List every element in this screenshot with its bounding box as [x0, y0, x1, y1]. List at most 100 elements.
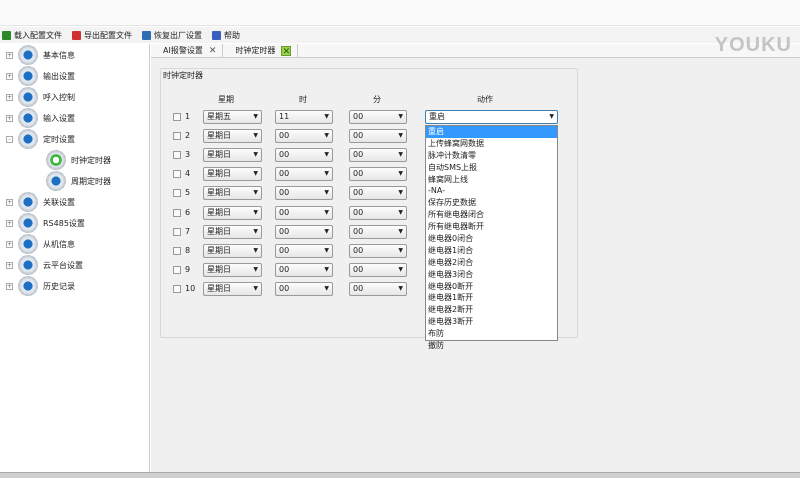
hour-select[interactable]: 00 ▼ [275, 167, 333, 182]
week-select[interactable]: 星期日 ▼ [203, 224, 262, 239]
minute-select[interactable]: 00 ▼ [349, 129, 407, 144]
tree-item-3[interactable]: + 输入设置 [6, 108, 75, 128]
action-option[interactable]: 所有继电器断开 [426, 221, 557, 233]
tree-item-2[interactable]: + 呼入控制 [6, 87, 75, 107]
tab-0[interactable]: AI报警设置 ✕ [151, 44, 224, 57]
action-option[interactable]: 所有继电器闭合 [426, 209, 557, 221]
select-value: 00 [279, 188, 290, 198]
tree-item-4[interactable]: - 定时设置 [6, 129, 75, 149]
action-dropdown-list[interactable]: 重启 上传蜂窝网数据 脉冲计数清零 自动SMS上报 蜂窝网上线 -NA- 保存历史数据 所有继… [425, 125, 558, 350]
chevron-down-icon: ▼ [398, 113, 403, 120]
action-option[interactable]: 重启 [426, 126, 557, 138]
tree-item-10[interactable]: + 云平台设置 [6, 255, 83, 275]
action-option[interactable]: 继电器1断开 [426, 292, 557, 304]
expand-icon[interactable]: + [6, 198, 13, 206]
expand-icon[interactable]: + [6, 261, 13, 269]
action-option[interactable]: 继电器1闭合 [426, 245, 557, 257]
chevron-down-icon: ▼ [398, 227, 403, 235]
minute-select[interactable]: 00 ▼ [349, 205, 407, 220]
row-checkbox[interactable] [173, 208, 181, 217]
toolbar-label: 导出配置文件 [84, 30, 132, 40]
action-option[interactable]: 继电器2闭合 [426, 257, 557, 269]
week-select[interactable]: 星期日 ▼ [203, 281, 262, 296]
action-option[interactable]: 保存历史数据 [426, 197, 557, 209]
action-option[interactable]: 继电器0闭合 [426, 233, 557, 245]
row-checkbox[interactable] [173, 246, 181, 255]
collapse-icon[interactable]: - [6, 135, 13, 143]
hour-select[interactable]: 00 ▼ [275, 262, 333, 277]
row-checkbox[interactable] [173, 113, 181, 121]
minute-select[interactable]: 00 ▼ [349, 262, 407, 277]
action-option[interactable]: 继电器2断开 [426, 304, 557, 316]
minute-select[interactable]: 00 ▼ [349, 167, 407, 182]
row-checkbox[interactable] [173, 284, 181, 293]
action-option[interactable]: 继电器3闭合 [426, 269, 557, 281]
week-select[interactable]: 星期日 ▼ [203, 205, 262, 220]
hour-select[interactable]: 00 ▼ [275, 186, 333, 201]
tree-item-11[interactable]: + 历史记录 [6, 276, 75, 296]
week-select[interactable]: 星期日 ▼ [203, 243, 262, 258]
tree-item-6[interactable]: 周期定时器 [46, 171, 111, 191]
tree-item-5[interactable]: 时钟定时器 [46, 150, 111, 170]
tree-item-0[interactable]: + 基本信息 [6, 45, 75, 65]
week-select[interactable]: 星期五 ▼ [203, 110, 262, 124]
action-option[interactable]: 脉冲计数清零 [426, 150, 557, 162]
minute-select[interactable]: 00 ▼ [349, 186, 407, 201]
expand-icon[interactable]: + [6, 93, 13, 101]
action-select[interactable]: 重启 ▼ [425, 110, 558, 124]
week-select[interactable]: 星期日 ▼ [203, 129, 262, 144]
tab-1[interactable]: 时钟定时器 ✕ [223, 44, 299, 57]
week-select[interactable]: 星期日 ▼ [203, 148, 262, 163]
action-option[interactable]: 自动SMS上报 [426, 162, 557, 174]
toolbar-button-0[interactable]: 载入配置文件 [2, 30, 62, 41]
hour-select[interactable]: 00 ▼ [275, 129, 333, 144]
hour-select[interactable]: 00 ▼ [275, 224, 333, 239]
minute-select[interactable]: 00 ▼ [349, 243, 407, 258]
expand-icon[interactable]: + [6, 219, 13, 227]
row-checkbox[interactable] [173, 151, 181, 160]
hour-select[interactable]: 11 ▼ [275, 110, 333, 124]
tree-item-9[interactable]: + 从机信息 [6, 234, 75, 254]
week-select[interactable]: 星期日 ▼ [203, 262, 262, 277]
hour-select[interactable]: 00 ▼ [275, 205, 333, 220]
tree-item-1[interactable]: + 输出设置 [6, 66, 75, 86]
expand-icon[interactable]: + [6, 240, 13, 248]
minute-select[interactable]: 00 ▼ [349, 281, 407, 296]
expand-icon[interactable]: + [6, 282, 13, 290]
select-value: 星期日 [207, 264, 231, 274]
row-checkbox[interactable] [173, 170, 181, 179]
close-icon[interactable]: ✕ [209, 46, 217, 56]
action-option[interactable]: 继电器0断开 [426, 281, 557, 293]
expand-icon[interactable]: + [6, 72, 13, 80]
tree-item-8[interactable]: + RS485设置 [6, 213, 85, 233]
hour-select[interactable]: 00 ▼ [275, 281, 333, 296]
close-icon[interactable]: ✕ [281, 45, 292, 57]
action-option[interactable]: 继电器3断开 [426, 316, 557, 328]
week-select[interactable]: 星期日 ▼ [203, 186, 262, 201]
week-select[interactable]: 星期日 ▼ [203, 167, 262, 182]
expand-icon[interactable]: + [6, 114, 13, 122]
row-checkbox[interactable] [173, 132, 181, 141]
hour-select[interactable]: 00 ▼ [275, 243, 333, 258]
row-checkbox[interactable] [173, 189, 181, 198]
action-option[interactable]: -NA- [426, 185, 557, 197]
toolbar-button-3[interactable]: 帮助 [212, 30, 240, 41]
minute-select[interactable]: 00 ▼ [349, 110, 407, 124]
toolbar-label: 恢复出厂设置 [154, 30, 202, 40]
toolbar-button-2[interactable]: 恢复出厂设置 [142, 30, 202, 41]
action-option[interactable]: 蜂窝网上线 [426, 174, 557, 186]
hour-select[interactable]: 00 ▼ [275, 148, 333, 163]
toolbar-button-1[interactable]: 导出配置文件 [72, 30, 132, 41]
row-checkbox[interactable] [173, 265, 181, 274]
tree-item-7[interactable]: + 关联设置 [6, 192, 75, 212]
row-checkbox[interactable] [173, 227, 181, 236]
minute-select[interactable]: 00 ▼ [349, 148, 407, 163]
tree-item-label: 呼入控制 [43, 92, 75, 102]
minute-select[interactable]: 00 ▼ [349, 224, 407, 239]
action-option[interactable]: 上传蜂窝网数据 [426, 138, 557, 150]
action-option[interactable]: 布防 [426, 328, 557, 340]
expand-icon[interactable]: + [6, 51, 13, 59]
action-option[interactable]: 撤防 [426, 340, 557, 352]
sidebar-tree: + 基本信息 + 输出设置 + 呼入控制 + 输入设置 - 定时设置 时钟定时器 周期定时器 + 关联设置… [0, 44, 150, 472]
select-value: 00 [353, 264, 364, 274]
